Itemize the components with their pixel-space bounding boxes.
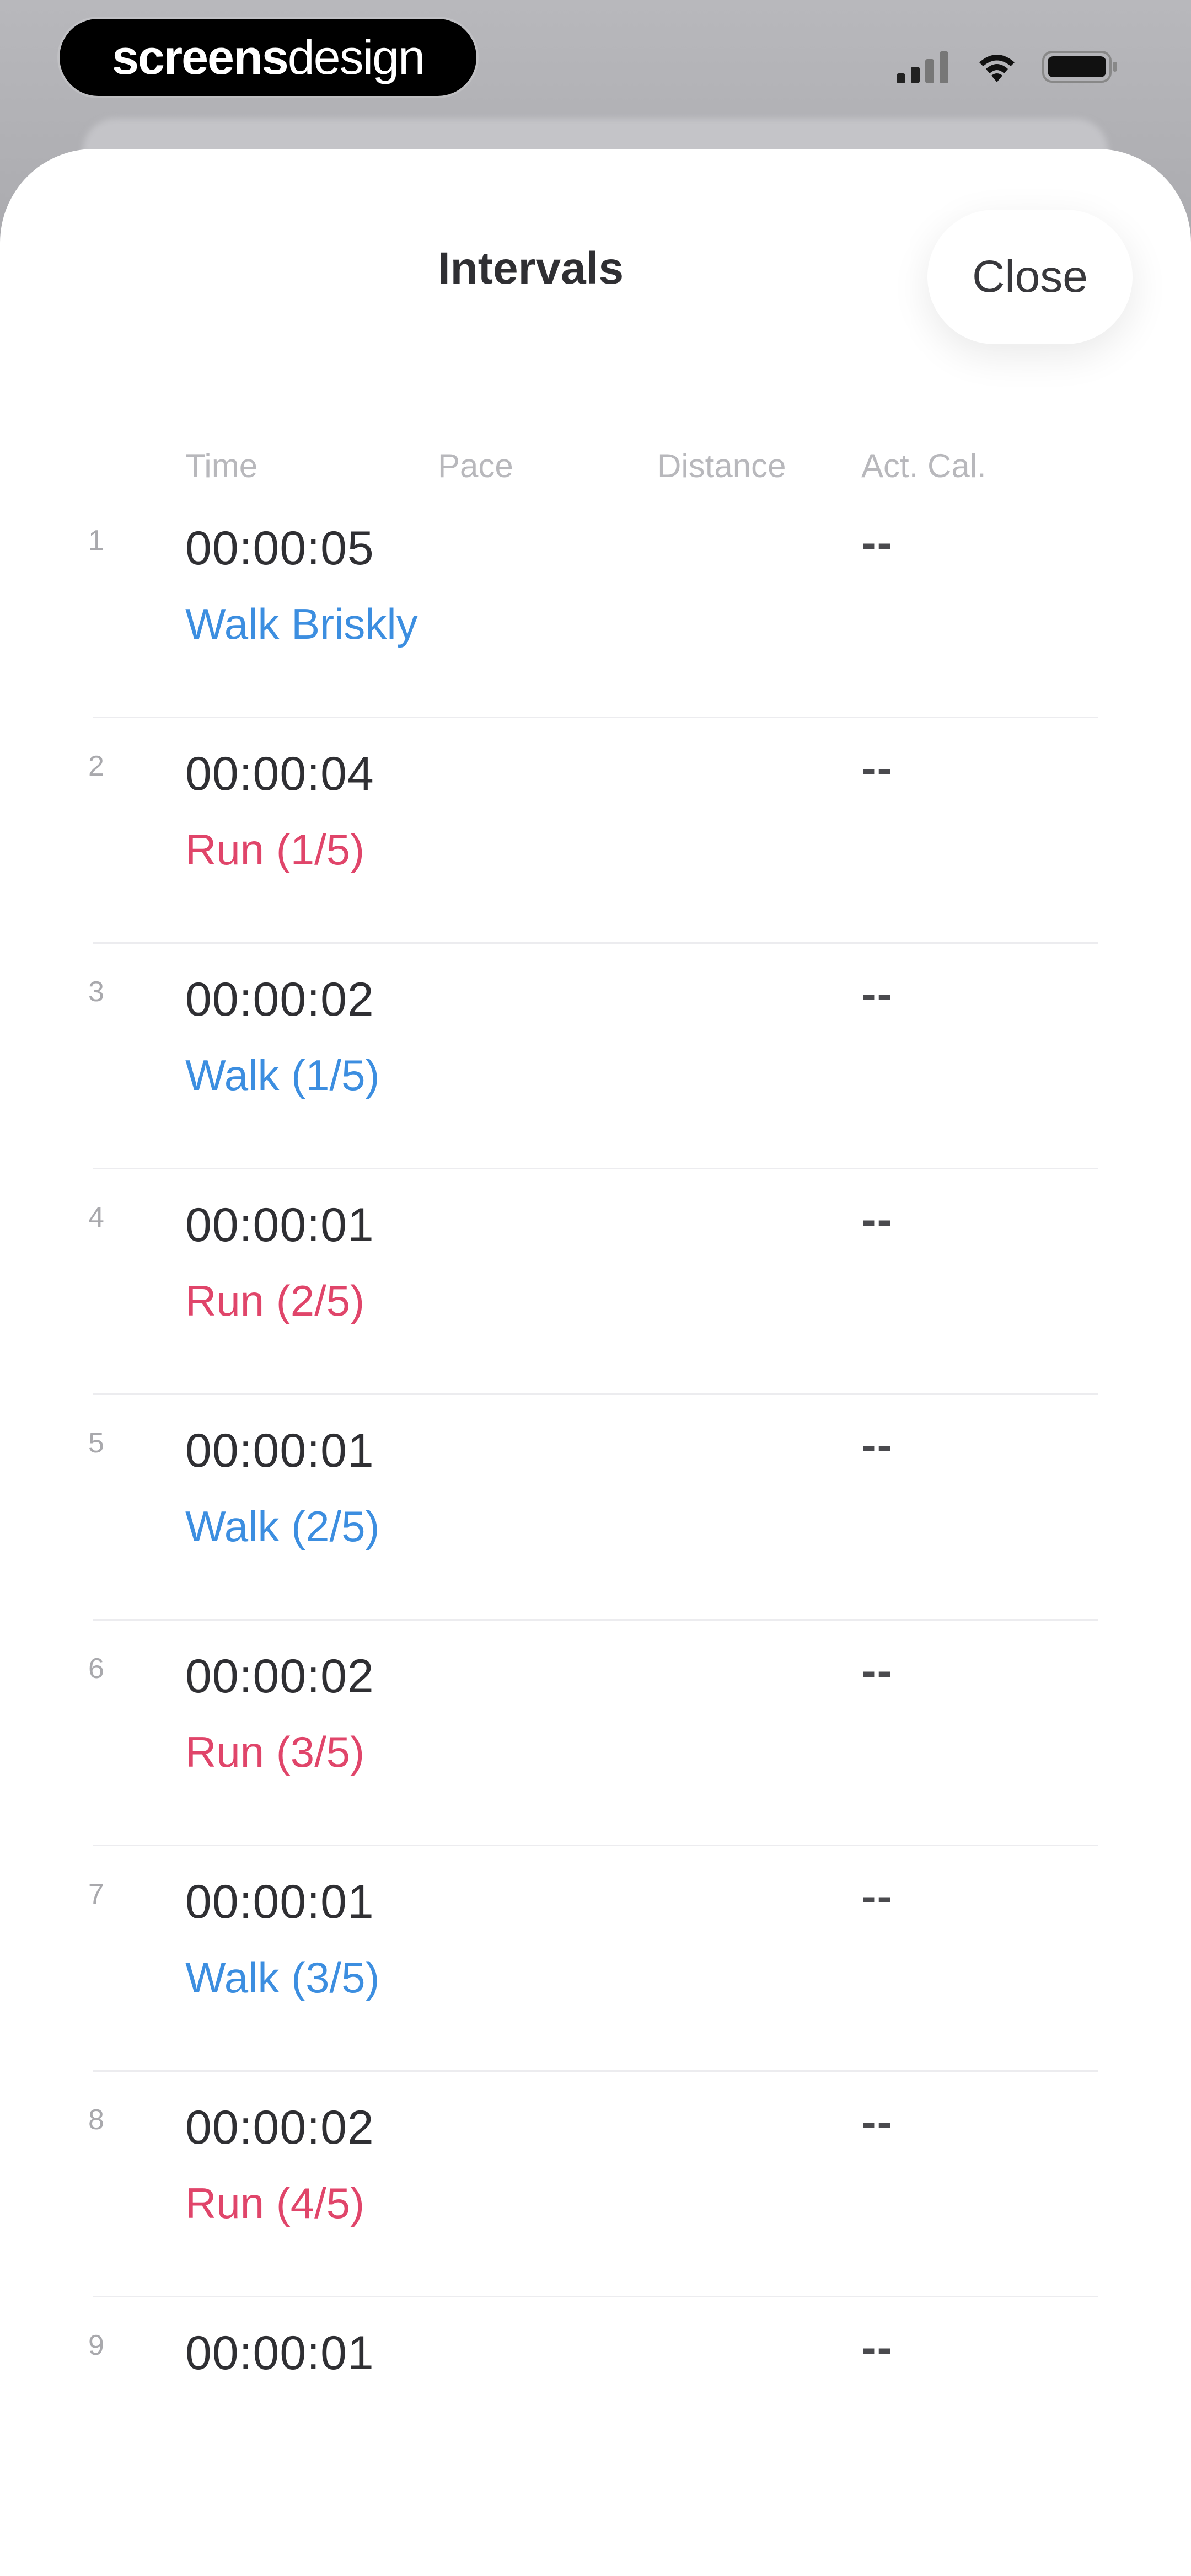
close-button[interactable]: Close [927, 210, 1133, 344]
brand-logo: screens design [60, 19, 476, 96]
interval-time: 00:00:01 [185, 1199, 374, 1252]
wifi-icon [979, 55, 1015, 82]
interval-active-calories: -- [861, 1420, 893, 1469]
interval-time: 00:00:02 [185, 2101, 374, 2154]
interval-number: 3 [88, 976, 104, 1008]
interval-time: 00:00:02 [185, 973, 374, 1026]
battery-icon [1042, 51, 1117, 83]
interval-active-calories: -- [861, 2323, 893, 2372]
interval-time: 00:00:01 [185, 1875, 374, 1928]
interval-number: 7 [88, 1878, 104, 1910]
interval-active-calories: -- [861, 2097, 893, 2146]
brand-logo-light: design [287, 30, 425, 84]
interval-number: 2 [88, 750, 104, 782]
interval-active-calories: -- [861, 1195, 893, 1244]
interval-row: 8 00:00:02 Run (4/5) -- [0, 1938, 1191, 2297]
interval-row: 6 00:00:02 Run (3/5) -- [0, 1487, 1191, 1846]
interval-time: 00:00:04 [185, 747, 374, 800]
status-bar: screens design [0, 0, 1191, 138]
interval-active-calories: -- [861, 1872, 893, 1921]
interval-time: 00:00:01 [185, 1424, 374, 1477]
interval-time: 00:00:02 [185, 1650, 374, 1703]
interval-number: 4 [88, 1201, 104, 1233]
status-icons [897, 50, 1119, 84]
interval-row: 2 00:00:04 Run (1/5) -- [0, 584, 1191, 944]
interval-row: 7 00:00:01 Walk (3/5) -- [0, 1712, 1191, 2072]
interval-active-calories: -- [861, 744, 893, 793]
interval-active-calories: -- [861, 518, 893, 567]
interval-row: 1 00:00:05 Walk Briskly -- [0, 359, 1191, 718]
brand-logo-bold: screens [111, 30, 289, 84]
interval-number: 1 [88, 525, 104, 557]
interval-row: 3 00:00:02 Walk (1/5) -- [0, 810, 1191, 1169]
signal-icon [897, 51, 948, 83]
interval-row: 9 00:00:01 -- [0, 2163, 1191, 2389]
interval-number: 9 [88, 2329, 104, 2361]
interval-number: 6 [88, 1653, 104, 1685]
interval-time: 00:00:05 [185, 522, 374, 575]
screen: screens design Intervals Close Time Pace… [0, 0, 1191, 2576]
interval-number: 5 [88, 1427, 104, 1459]
interval-time: 00:00:01 [185, 2327, 374, 2380]
interval-row: 4 00:00:01 Run (2/5) -- [0, 1035, 1191, 1395]
interval-active-calories: -- [861, 969, 893, 1018]
interval-active-calories: -- [861, 1646, 893, 1695]
interval-row: 5 00:00:01 Walk (2/5) -- [0, 1261, 1191, 1621]
interval-number: 8 [88, 2104, 104, 2136]
